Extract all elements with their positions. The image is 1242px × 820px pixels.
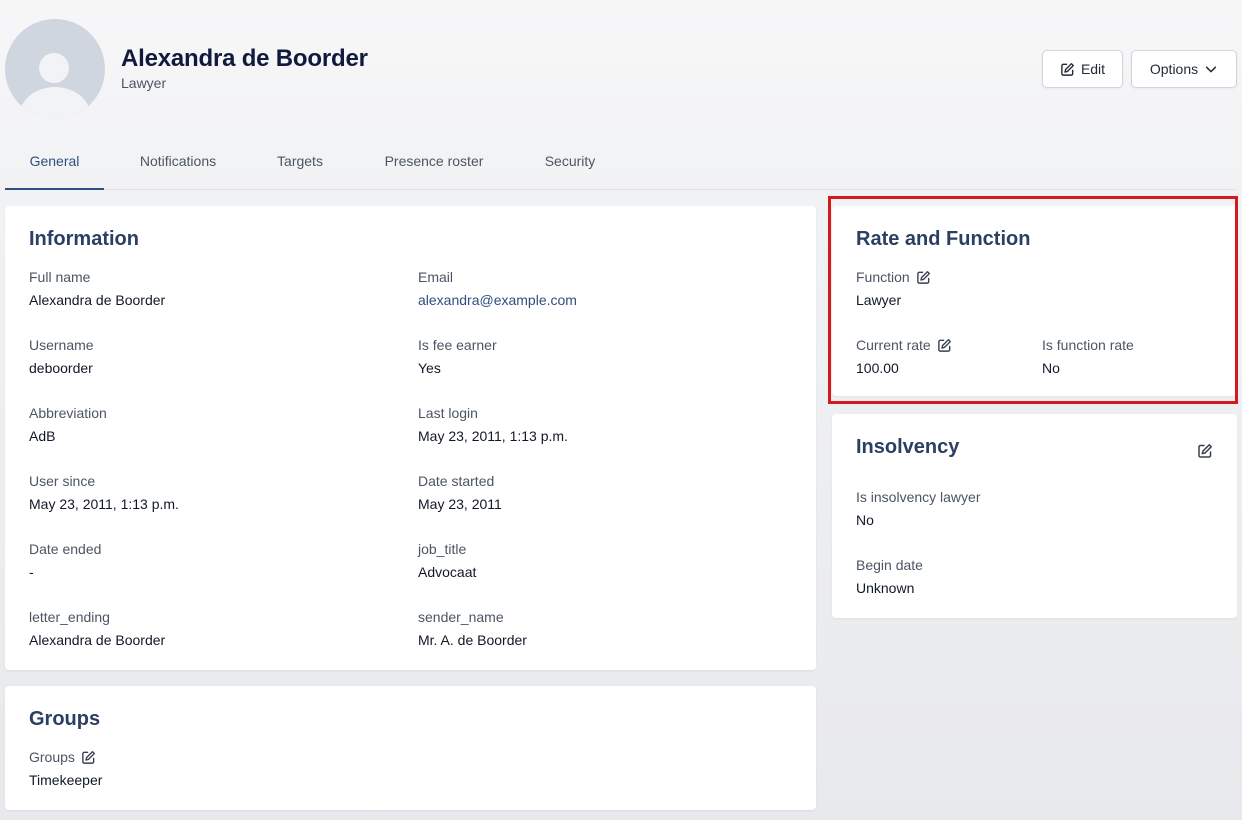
information-card: Information Full name Alexandra de Boord… <box>5 206 816 670</box>
field-function: Function Lawyer <box>856 268 931 310</box>
edit-icon[interactable] <box>916 270 931 285</box>
field-label: Date started <box>418 473 495 489</box>
field-label: Groups <box>29 748 102 766</box>
field-value: AdB <box>29 428 56 444</box>
field-label: Begin date <box>856 557 923 573</box>
field-label: Date ended <box>29 541 102 557</box>
insolvency-card: Insolvency Is insolvency lawyer No Begin… <box>832 414 1237 618</box>
field-label: Abbreviation <box>29 405 107 421</box>
field-job-title: job_title Advocaat <box>418 540 476 582</box>
field-label: Email <box>418 269 454 285</box>
edit-icon[interactable] <box>81 750 96 765</box>
field-label: sender_name <box>418 609 504 625</box>
options-button-label: Options <box>1149 61 1199 77</box>
email-link[interactable]: alexandra@example.com <box>418 292 577 310</box>
field-label: Username <box>29 337 94 353</box>
profile-header: Alexandra de Boorder Lawyer Edit Options <box>0 0 1242 130</box>
edit-icon[interactable] <box>937 338 952 353</box>
field-value: Alexandra de Boorder <box>29 632 166 648</box>
information-title: Information <box>29 228 139 250</box>
groups-card: Groups Groups Timekeeper <box>5 686 816 810</box>
field-value: - <box>29 564 34 580</box>
field-is-function-rate: Is function rate No <box>1042 336 1134 378</box>
user-role: Lawyer <box>121 75 167 91</box>
field-value: Yes <box>418 360 441 376</box>
field-last-login: Last login May 23, 2011, 1:13 p.m. <box>418 404 568 446</box>
field-label: Is function rate <box>1042 337 1134 353</box>
field-value: No <box>856 512 874 528</box>
field-date-started: Date started May 23, 2011 <box>418 472 502 514</box>
tab-targets[interactable]: Targets <box>260 133 340 189</box>
field-email: Email alexandra@example.com <box>418 268 577 310</box>
options-dropdown-button[interactable]: Options <box>1131 50 1237 88</box>
field-label: Function <box>856 268 931 286</box>
field-value: Unknown <box>856 580 915 596</box>
rate-function-title: Rate and Function <box>856 228 1031 250</box>
field-value: Alexandra de Boorder <box>29 292 166 308</box>
edit-icon[interactable] <box>1197 443 1213 459</box>
function-label: Function <box>856 269 910 285</box>
field-label: Is insolvency lawyer <box>856 489 981 505</box>
avatar <box>5 19 105 119</box>
field-value: May 23, 2011, 1:13 p.m. <box>418 428 568 444</box>
field-full-name: Full name Alexandra de Boorder <box>29 268 165 310</box>
field-label: Last login <box>418 405 478 421</box>
tab-general[interactable]: General <box>5 133 104 190</box>
field-user-since: User since May 23, 2011, 1:13 p.m. <box>29 472 179 514</box>
field-begin-date: Begin date Unknown <box>856 556 923 598</box>
field-label: Full name <box>29 269 91 285</box>
user-profile-page: Alexandra de Boorder Lawyer Edit Options… <box>0 0 1242 820</box>
tab-security[interactable]: Security <box>525 133 615 189</box>
field-date-ended: Date ended - <box>29 540 101 582</box>
groups-label: Groups <box>29 749 75 765</box>
field-value: deboorder <box>29 360 93 376</box>
current-rate-label: Current rate <box>856 337 931 353</box>
groups-title: Groups <box>29 708 101 730</box>
edit-button-label: Edit <box>1080 61 1106 77</box>
field-value: Lawyer <box>856 292 902 308</box>
rate-function-card: Rate and Function Function Lawyer Curren… <box>832 206 1237 396</box>
field-value: Advocaat <box>418 564 477 580</box>
edit-button[interactable]: Edit <box>1042 50 1123 88</box>
tab-notifications[interactable]: Notifications <box>120 133 236 189</box>
field-value: No <box>1042 360 1060 376</box>
field-username: Username deboorder <box>29 336 94 378</box>
edit-icon <box>1060 62 1075 77</box>
field-label: job_title <box>418 541 467 557</box>
field-is-insolvency-lawyer: Is insolvency lawyer No <box>856 488 981 530</box>
field-label: User since <box>29 473 96 489</box>
field-value: May 23, 2011, 1:13 p.m. <box>29 496 179 512</box>
field-value: Mr. A. de Boorder <box>418 632 527 648</box>
field-is-fee-earner: Is fee earner Yes <box>418 336 497 378</box>
field-groups: Groups Timekeeper <box>29 748 102 790</box>
field-abbreviation: Abbreviation AdB <box>29 404 107 446</box>
avatar-head <box>39 53 69 83</box>
field-value: Timekeeper <box>29 772 103 788</box>
field-label: letter_ending <box>29 609 110 625</box>
insolvency-title: Insolvency <box>856 436 960 458</box>
field-current-rate: Current rate 100.00 <box>856 336 952 378</box>
field-value: 100.00 <box>856 360 899 376</box>
field-sender-name: sender_name Mr. A. de Boorder <box>418 608 527 650</box>
field-letter-ending: letter_ending Alexandra de Boorder <box>29 608 165 650</box>
chevron-down-icon <box>1204 62 1218 76</box>
tab-bar: General Notifications Targets Presence r… <box>5 133 1237 190</box>
field-label: Is fee earner <box>418 337 497 353</box>
field-label: Current rate <box>856 336 952 354</box>
avatar-body <box>19 87 91 119</box>
tab-presence-roster[interactable]: Presence roster <box>365 133 503 189</box>
page-title: Alexandra de Boorder <box>121 45 368 72</box>
field-value: May 23, 2011 <box>418 496 502 512</box>
